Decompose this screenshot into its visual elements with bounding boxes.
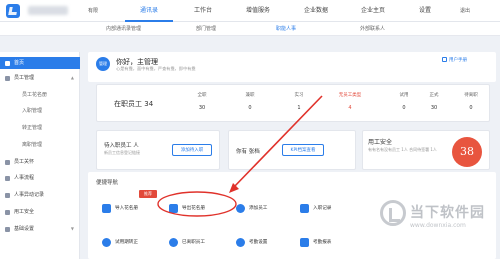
highlight-ellipse	[157, 191, 237, 217]
site-watermark: 当下软件园 www.downxia.com	[380, 196, 496, 254]
annotation-arrow-line	[232, 95, 323, 189]
watermark-logo-icon	[380, 200, 406, 226]
watermark-url: www.downxia.com	[410, 222, 466, 229]
watermark-title: 当下软件园	[410, 205, 485, 221]
annotation-arrow-head	[229, 183, 239, 193]
